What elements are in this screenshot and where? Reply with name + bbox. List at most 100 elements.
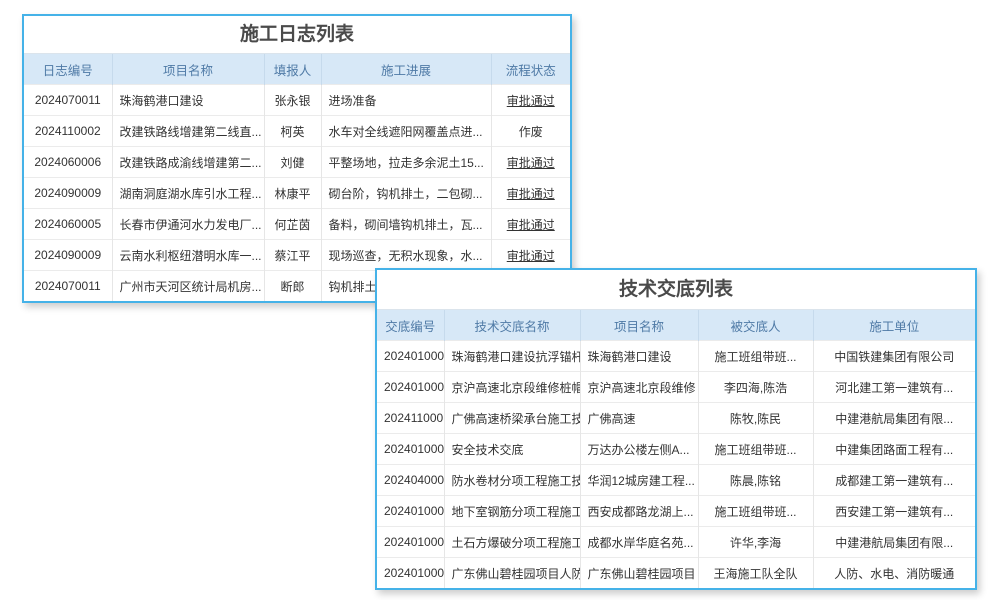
table-row: 2024010003安全技术交底万达办公楼左侧A...施工班组带班...中建集团… [377, 434, 975, 465]
disclosure-receiver-text: 许华,李海 [698, 527, 813, 558]
column-header-log-project: 项目名称 [112, 54, 264, 85]
log-project-link[interactable]: 改建铁路成渝线增建第二... [112, 147, 264, 178]
log-reporter-link[interactable]: 何芷茵 [264, 209, 321, 240]
log-status-badge[interactable]: 审批通过 [491, 209, 570, 240]
log-reporter-link[interactable]: 断郎 [264, 271, 321, 302]
log-status-badge[interactable]: 审批通过 [491, 240, 570, 271]
log-id-link[interactable]: 2024090009 [24, 178, 112, 209]
table-row: 2024110002改建铁路线增建第二线直...柯英水车对全线遮阳网覆盖点进..… [24, 116, 570, 147]
disclosure-id-link[interactable]: 2024110001 [377, 403, 444, 434]
disclosure-project-link[interactable]: 万达办公楼左侧A... [580, 434, 698, 465]
disclosure-name-link[interactable]: 广东佛山碧桂园项目人防... [444, 558, 580, 589]
page-background: 施工日志列表 日志编号项目名称填报人施工进展流程状态 2024070011珠海鹤… [0, 0, 1000, 600]
disclosure-name-link[interactable]: 广佛高速桥梁承台施工技... [444, 403, 580, 434]
table-row: 2024110001广佛高速桥梁承台施工技...广佛高速陈牧,陈民中建港航局集团… [377, 403, 975, 434]
disclosure-project-link[interactable]: 成都水岸华庭名苑... [580, 527, 698, 558]
disclosure-project-link[interactable]: 珠海鹤港口建设 [580, 341, 698, 372]
disclosure-unit-text: 中建集团路面工程有... [813, 434, 975, 465]
disclosure-id-link[interactable]: 2024010003 [377, 434, 444, 465]
table-row: 2024090009湖南洞庭湖水库引水工程...林康平砌台阶，钩机排土，二包砌.… [24, 178, 570, 209]
log-progress-text: 现场巡查，无积水现象，水... [321, 240, 491, 271]
log-project-link[interactable]: 珠海鹤港口建设 [112, 85, 264, 116]
log-progress-text: 平整场地，拉走多余泥土15... [321, 147, 491, 178]
log-project-link[interactable]: 云南水利枢纽潜明水库一... [112, 240, 264, 271]
column-header-log-id: 日志编号 [24, 54, 112, 85]
disclosure-unit-text: 中建港航局集团有限... [813, 527, 975, 558]
disclosure-unit-text: 中建港航局集团有限... [813, 403, 975, 434]
log-id-link[interactable]: 2024060006 [24, 147, 112, 178]
disclosure-project-link[interactable]: 广东佛山碧桂园项目 [580, 558, 698, 589]
column-header-disclosure-project: 项目名称 [580, 310, 698, 341]
disclosure-name-link[interactable]: 土石方爆破分项工程施工... [444, 527, 580, 558]
log-progress-text: 砌台阶，钩机排土，二包砌... [321, 178, 491, 209]
log-id-link[interactable]: 2024090009 [24, 240, 112, 271]
disclosure-id-link[interactable]: 2024010004 [377, 372, 444, 403]
tech-disclosure-table: 交底编号技术交底名称项目名称被交底人施工单位 2024010003珠海鹤港口建设… [377, 309, 975, 588]
disclosure-receiver-text: 施工班组带班... [698, 341, 813, 372]
disclosure-unit-text: 中国铁建集团有限公司 [813, 341, 975, 372]
log-id-link[interactable]: 2024070011 [24, 85, 112, 116]
disclosure-project-link[interactable]: 华润12城房建工程... [580, 465, 698, 496]
column-header-disclosure-unit: 施工单位 [813, 310, 975, 341]
tech-disclosure-header-row: 交底编号技术交底名称项目名称被交底人施工单位 [377, 310, 975, 341]
column-header-disclosure-receiver: 被交底人 [698, 310, 813, 341]
table-row: 2024010002地下室钢筋分项工程施工...西安成都路龙湖上...施工班组带… [377, 496, 975, 527]
log-reporter-link[interactable]: 张永银 [264, 85, 321, 116]
log-project-link[interactable]: 湖南洞庭湖水库引水工程... [112, 178, 264, 209]
tech-disclosure-table-card: 技术交底列表 交底编号技术交底名称项目名称被交底人施工单位 2024010003… [375, 268, 977, 590]
table-row: 2024010003珠海鹤港口建设抗浮锚杆...珠海鹤港口建设施工班组带班...… [377, 341, 975, 372]
column-header-disclosure-id: 交底编号 [377, 310, 444, 341]
disclosure-unit-text: 成都建工第一建筑有... [813, 465, 975, 496]
disclosure-unit-text: 人防、水电、消防暖通 [813, 558, 975, 589]
column-header-log-progress: 施工进展 [321, 54, 491, 85]
table-row: 2024090009云南水利枢纽潜明水库一...蔡江平现场巡查，无积水现象，水.… [24, 240, 570, 271]
disclosure-id-link[interactable]: 2024040001 [377, 465, 444, 496]
disclosure-name-link[interactable]: 珠海鹤港口建设抗浮锚杆... [444, 341, 580, 372]
construction-log-table-title: 施工日志列表 [24, 16, 570, 53]
log-id-link[interactable]: 2024060005 [24, 209, 112, 240]
disclosure-receiver-text: 李四海,陈浩 [698, 372, 813, 403]
tech-disclosure-table-title: 技术交底列表 [377, 270, 975, 309]
log-status-badge[interactable]: 审批通过 [491, 85, 570, 116]
construction-log-table: 日志编号项目名称填报人施工进展流程状态 2024070011珠海鹤港口建设张永银… [24, 53, 570, 301]
disclosure-name-link[interactable]: 地下室钢筋分项工程施工... [444, 496, 580, 527]
log-project-link[interactable]: 长春市伊通河水力发电厂... [112, 209, 264, 240]
log-project-link[interactable]: 广州市天河区统计局机房... [112, 271, 264, 302]
disclosure-name-link[interactable]: 安全技术交底 [444, 434, 580, 465]
disclosure-project-link[interactable]: 西安成都路龙湖上... [580, 496, 698, 527]
disclosure-id-link[interactable]: 2024010002 [377, 496, 444, 527]
disclosure-id-link[interactable]: 2024010003 [377, 341, 444, 372]
construction-log-header-row: 日志编号项目名称填报人施工进展流程状态 [24, 54, 570, 85]
log-status-badge[interactable]: 作废 [491, 116, 570, 147]
disclosure-receiver-text: 施工班组带班... [698, 434, 813, 465]
disclosure-name-link[interactable]: 防水卷材分项工程施工技... [444, 465, 580, 496]
disclosure-project-link[interactable]: 京沪高速北京段维修 [580, 372, 698, 403]
log-reporter-link[interactable]: 刘健 [264, 147, 321, 178]
disclosure-project-link[interactable]: 广佛高速 [580, 403, 698, 434]
log-id-link[interactable]: 2024070011 [24, 271, 112, 302]
table-row: 2024010004京沪高速北京段维修桩帽...京沪高速北京段维修李四海,陈浩河… [377, 372, 975, 403]
disclosure-receiver-text: 施工班组带班... [698, 496, 813, 527]
table-row: 2024010002土石方爆破分项工程施工...成都水岸华庭名苑...许华,李海… [377, 527, 975, 558]
log-reporter-link[interactable]: 林康平 [264, 178, 321, 209]
log-reporter-link[interactable]: 蔡江平 [264, 240, 321, 271]
log-progress-text: 水车对全线遮阳网覆盖点进... [321, 116, 491, 147]
construction-log-table-card: 施工日志列表 日志编号项目名称填报人施工进展流程状态 2024070011珠海鹤… [22, 14, 572, 303]
disclosure-receiver-text: 陈牧,陈民 [698, 403, 813, 434]
table-row: 2024060005长春市伊通河水力发电厂...何芷茵备料，砌间墙钩机排土，瓦.… [24, 209, 570, 240]
log-project-link[interactable]: 改建铁路线增建第二线直... [112, 116, 264, 147]
disclosure-id-link[interactable]: 2024010002 [377, 527, 444, 558]
disclosure-name-link[interactable]: 京沪高速北京段维修桩帽... [444, 372, 580, 403]
disclosure-receiver-text: 王海施工队全队 [698, 558, 813, 589]
log-status-badge[interactable]: 审批通过 [491, 178, 570, 209]
disclosure-id-link[interactable]: 2024010001 [377, 558, 444, 589]
log-reporter-link[interactable]: 柯英 [264, 116, 321, 147]
table-row: 2024010001广东佛山碧桂园项目人防...广东佛山碧桂园项目王海施工队全队… [377, 558, 975, 589]
log-status-badge[interactable]: 审批通过 [491, 147, 570, 178]
table-row: 2024070011珠海鹤港口建设张永银进场准备审批通过 [24, 85, 570, 116]
log-id-link[interactable]: 2024110002 [24, 116, 112, 147]
table-row: 2024060006改建铁路成渝线增建第二...刘健平整场地，拉走多余泥土15.… [24, 147, 570, 178]
column-header-log-status: 流程状态 [491, 54, 570, 85]
disclosure-unit-text: 河北建工第一建筑有... [813, 372, 975, 403]
disclosure-unit-text: 西安建工第一建筑有... [813, 496, 975, 527]
